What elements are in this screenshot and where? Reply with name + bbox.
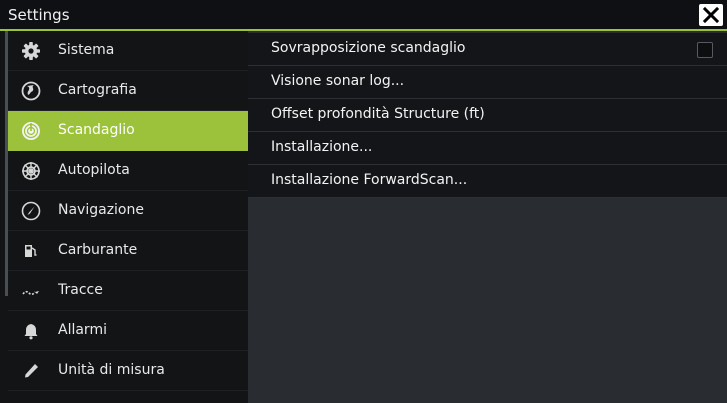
fuel-pump-icon: [21, 241, 41, 261]
close-icon: [703, 7, 719, 23]
sidebar: Sistema Cartografia Scandaglio Autopilot…: [0, 31, 248, 403]
row-label: Installazione ForwardScan...: [271, 172, 468, 188]
sidebar-item-label: Tracce: [58, 282, 103, 298]
sonar-icon: [21, 121, 41, 141]
row-label: Installazione...: [271, 139, 373, 155]
settings-window: Settings Sistema Cartografia Scandaglio …: [0, 0, 727, 403]
bell-icon: [21, 321, 41, 341]
gear-icon: [21, 41, 41, 61]
globe-icon: [21, 81, 41, 101]
ship-wheel-icon: [21, 161, 41, 181]
row-visione-sonar-log[interactable]: Visione sonar log...: [248, 66, 727, 99]
sidebar-item-label: Unità di misura: [58, 362, 165, 378]
title-bar: Settings: [0, 0, 727, 31]
sidebar-item-navigazione[interactable]: Navigazione: [8, 191, 248, 231]
sidebar-item-label: Allarmi: [58, 322, 107, 338]
window-title: Settings: [8, 6, 70, 24]
row-label: Offset profondità Structure (ft): [271, 106, 485, 122]
sidebar-item-label: Sistema: [58, 42, 115, 58]
row-installazione-forwardscan[interactable]: Installazione ForwardScan...: [248, 165, 727, 198]
sidebar-item-label: Autopilota: [58, 162, 130, 178]
sidebar-item-label: Cartografia: [58, 82, 137, 98]
track-icon: [21, 281, 41, 301]
sovrapposizione-checkbox[interactable]: [697, 42, 713, 58]
pencil-icon: [21, 361, 41, 381]
sidebar-item-carburante[interactable]: Carburante: [8, 231, 248, 271]
compass-icon: [21, 201, 41, 221]
close-button[interactable]: [699, 4, 723, 26]
sidebar-item-label: Carburante: [58, 242, 138, 258]
row-label: Visione sonar log...: [271, 73, 405, 89]
sidebar-item-label: Scandaglio: [58, 122, 135, 138]
sidebar-item-scandaglio[interactable]: Scandaglio: [8, 111, 248, 151]
sidebar-item-label: Navigazione: [58, 202, 144, 218]
row-installazione[interactable]: Installazione...: [248, 132, 727, 165]
row-offset-profondita[interactable]: Offset profondità Structure (ft): [248, 99, 727, 132]
sidebar-item-cartografia[interactable]: Cartografia: [8, 71, 248, 111]
sidebar-item-autopilota[interactable]: Autopilota: [8, 151, 248, 191]
row-sovrapposizione-scandaglio[interactable]: Sovrapposizione scandaglio: [248, 33, 727, 66]
sidebar-item-tracce[interactable]: Tracce: [8, 271, 248, 311]
row-label: Sovrapposizione scandaglio: [271, 40, 466, 56]
sidebar-item-allarmi[interactable]: Allarmi: [8, 311, 248, 351]
sidebar-item-sistema[interactable]: Sistema: [8, 31, 248, 71]
sidebar-item-unita-di-misura[interactable]: Unità di misura: [8, 351, 248, 391]
settings-content-panel: Sovrapposizione scandaglio Visione sonar…: [248, 31, 727, 403]
